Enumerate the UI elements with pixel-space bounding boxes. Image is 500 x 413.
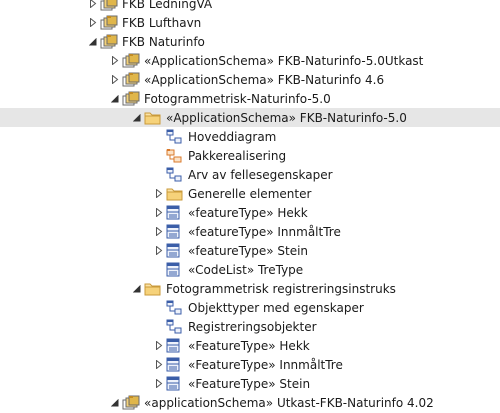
tree-item[interactable]: FKB Lufthavn (0, 13, 500, 32)
package-diagram-icon (166, 146, 186, 165)
class-icon (166, 241, 186, 260)
tree-item[interactable]: Pakkerealisering (0, 146, 500, 165)
class-icon (166, 374, 186, 393)
tree-item[interactable]: «FeatureType» Hekk (0, 336, 500, 355)
expand-chevron-icon[interactable] (86, 13, 100, 32)
package-stack-icon (122, 70, 142, 89)
package-stack-icon (100, 0, 120, 13)
tree-item-label: «featureType» Hekk (188, 205, 308, 220)
tree-item[interactable]: «FeatureType» InnmåltTre (0, 355, 500, 374)
tree-item[interactable]: «ApplicationSchema» FKB-Naturinfo-5.0 (0, 108, 500, 127)
folder-icon (144, 279, 164, 298)
package-stack-icon (122, 51, 142, 70)
folder-icon (144, 108, 164, 127)
tree-item[interactable]: Generelle elementer (0, 184, 500, 203)
tree-item[interactable]: FKB LedningVA (0, 0, 500, 13)
tree-item-label: «ApplicationSchema» FKB-Naturinfo-5.0Utk… (144, 53, 424, 68)
project-browser-tree: FKB LedningVA FKB Lufthavn FKB Naturinfo «A… (0, 0, 500, 413)
collapse-triangle-icon[interactable] (130, 279, 144, 298)
tree-item[interactable]: «ApplicationSchema» FKB-Naturinfo 4.6 (0, 70, 500, 89)
tree-item-label: «applicationSchema» Utkast-FKB-Naturinfo… (144, 395, 434, 410)
collapse-triangle-icon[interactable] (108, 393, 122, 412)
expand-chevron-icon[interactable] (108, 51, 122, 70)
collapse-triangle-icon[interactable] (108, 89, 122, 108)
class-icon (166, 355, 186, 374)
tree-item[interactable]: «featureType» Hekk (0, 203, 500, 222)
class-diagram-icon (166, 127, 186, 146)
tree-item-label: Fotogrammetrisk-Naturinfo-5.0 (144, 91, 331, 106)
tree-item-label: «featureType» Stein (188, 243, 309, 258)
tree-item[interactable]: «ApplicationSchema» FKB-Naturinfo-5.0Utk… (0, 51, 500, 70)
tree-item[interactable]: Fotogrammetrisk-Naturinfo-5.0 (0, 89, 500, 108)
tree-item[interactable]: «featureType» InnmåltTre (0, 222, 500, 241)
tree-item[interactable]: Hoveddiagram (0, 127, 500, 146)
tree-item-label: FKB LedningVA (122, 0, 213, 11)
tree-item[interactable]: «CodeList» TreType (0, 260, 500, 279)
tree-item[interactable]: FKB Naturinfo (0, 32, 500, 51)
class-icon (166, 260, 186, 279)
expand-chevron-icon[interactable] (152, 336, 166, 355)
class-icon (166, 203, 186, 222)
collapse-triangle-icon[interactable] (86, 32, 100, 51)
expand-chevron-icon[interactable] (108, 70, 122, 89)
collapse-triangle-icon[interactable] (130, 108, 144, 127)
class-icon (166, 222, 186, 241)
expand-chevron-icon[interactable] (152, 203, 166, 222)
class-icon (166, 336, 186, 355)
tree-item-label: «ApplicationSchema» FKB-Naturinfo 4.6 (144, 72, 385, 87)
expand-chevron-icon[interactable] (152, 222, 166, 241)
tree-item-label: FKB Lufthavn (122, 15, 202, 30)
tree-item[interactable]: Objekttyper med egenskaper (0, 298, 500, 317)
tree-item-label: «FeatureType» InnmåltTre (188, 357, 343, 372)
tree-item-label: «FeatureType» Hekk (188, 338, 310, 353)
package-stack-icon (122, 89, 142, 108)
tree-item-label: «ApplicationSchema» FKB-Naturinfo-5.0 (166, 110, 407, 125)
tree-item[interactable]: Fotogrammetrisk registreringsinstruks (0, 279, 500, 298)
package-stack-icon (100, 32, 120, 51)
package-stack-icon (122, 393, 142, 412)
tree-item-label: «CodeList» TreType (188, 262, 304, 277)
expand-chevron-icon[interactable] (152, 374, 166, 393)
tree-item[interactable]: Registreringsobjekter (0, 317, 500, 336)
tree-item-label: Generelle elementer (188, 186, 312, 201)
tree-item-label: Arv av fellesegenskaper (188, 167, 333, 182)
expand-chevron-icon[interactable] (152, 355, 166, 374)
tree-item-label: Fotogrammetrisk registreringsinstruks (166, 281, 396, 296)
tree-item[interactable]: «featureType» Stein (0, 241, 500, 260)
tree-item-label: Objekttyper med egenskaper (188, 300, 364, 315)
class-diagram-icon (166, 317, 186, 336)
tree-item-label: Pakkerealisering (188, 148, 287, 163)
class-diagram-icon (166, 165, 186, 184)
tree-item[interactable]: «FeatureType» Stein (0, 374, 500, 393)
folder-icon (166, 184, 186, 203)
expand-chevron-icon[interactable] (152, 241, 166, 260)
package-stack-icon (100, 13, 120, 32)
tree-item-label: FKB Naturinfo (122, 34, 205, 49)
tree-item-label: «featureType» InnmåltTre (188, 224, 341, 239)
class-diagram-icon (166, 298, 186, 317)
tree-item-label: «FeatureType» Stein (188, 376, 311, 391)
expand-chevron-icon[interactable] (86, 0, 100, 13)
tree-item[interactable]: Arv av fellesegenskaper (0, 165, 500, 184)
tree-item[interactable]: «applicationSchema» Utkast-FKB-Naturinfo… (0, 393, 500, 412)
expand-chevron-icon[interactable] (152, 184, 166, 203)
tree-item-label: Hoveddiagram (188, 129, 277, 144)
tree-item-label: Registreringsobjekter (188, 319, 317, 334)
